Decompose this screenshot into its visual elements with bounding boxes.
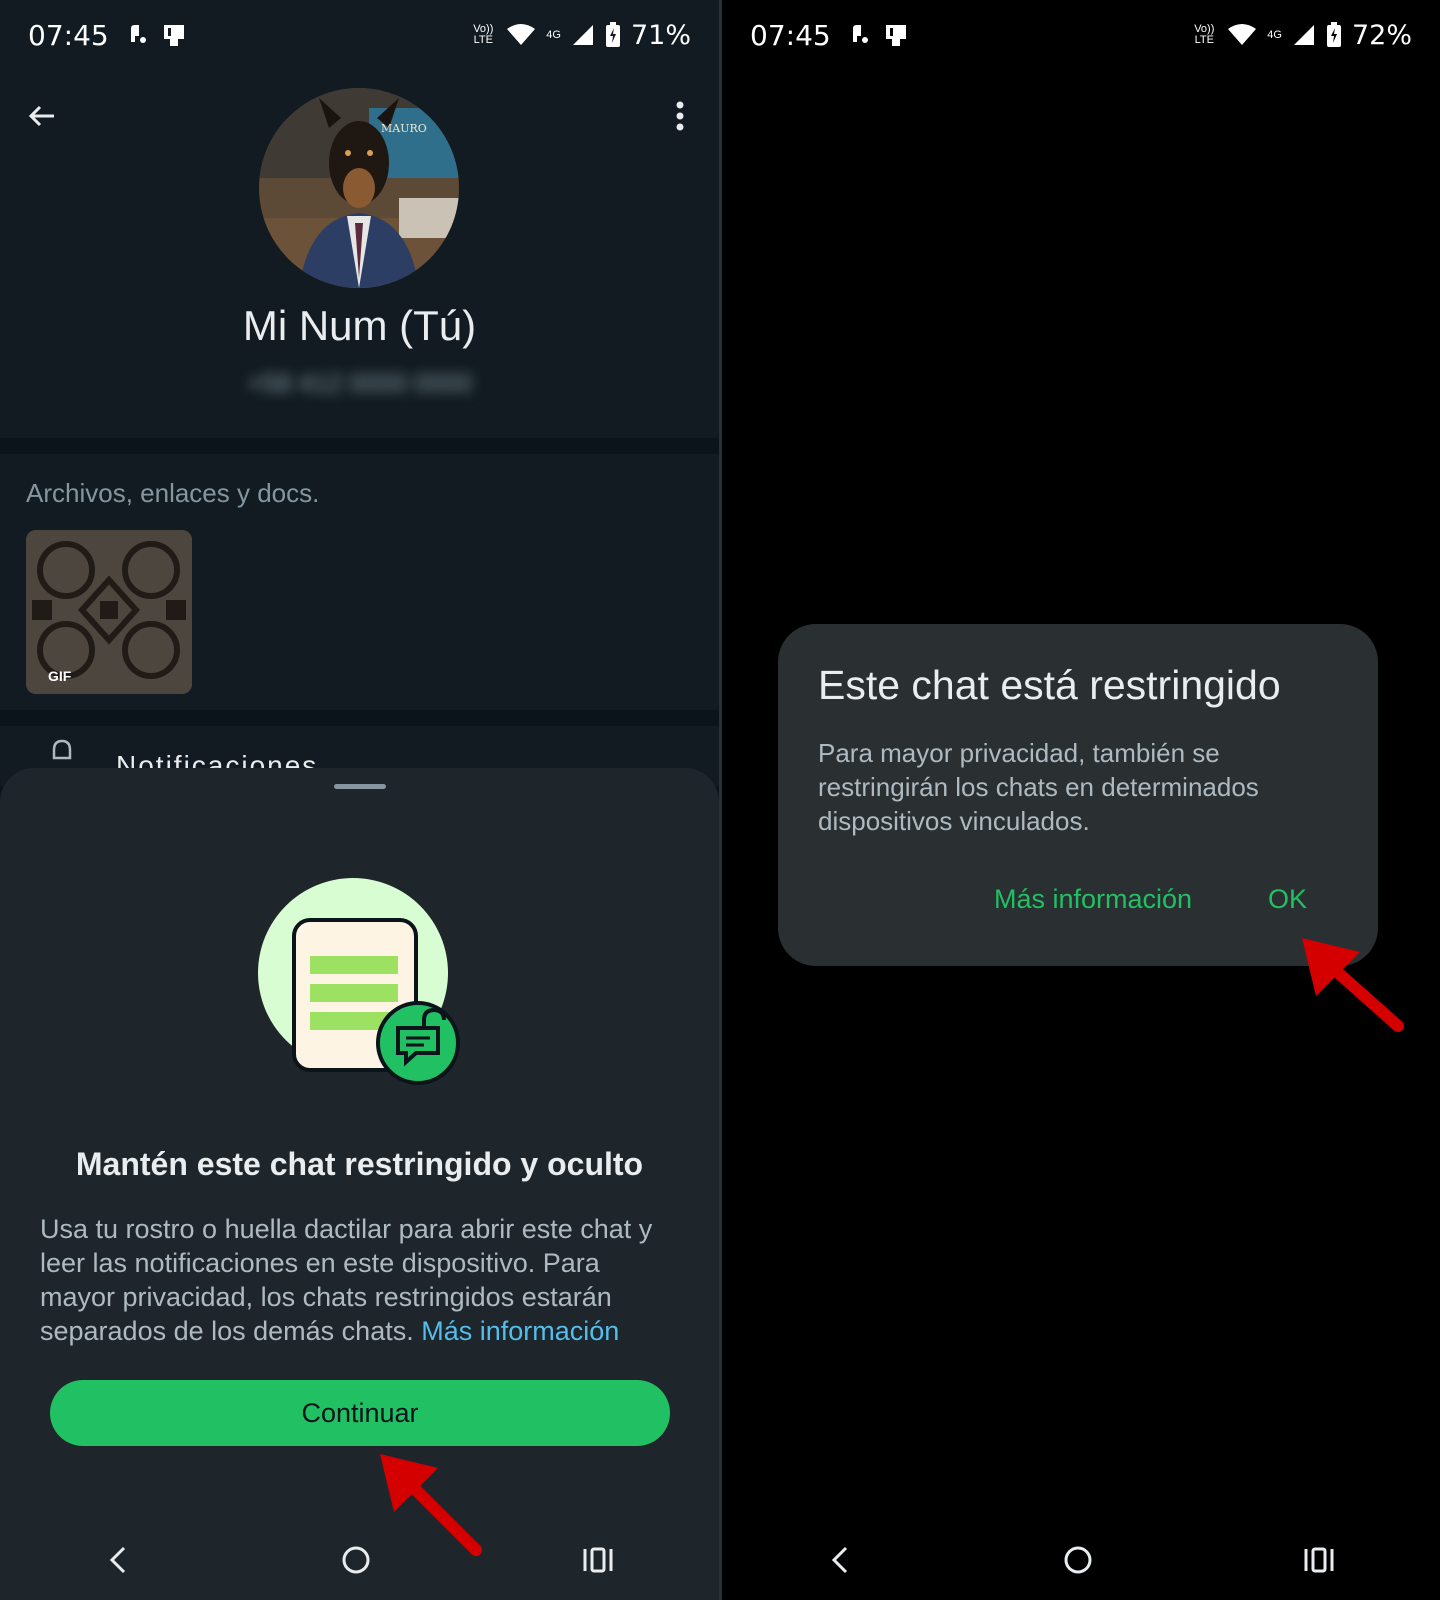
status-system-icons: Vo)) LTE 4G 71%	[470, 20, 691, 51]
nav-back-icon[interactable]	[104, 1544, 132, 1576]
system-nav-bar	[722, 1520, 1440, 1600]
battery-icon	[605, 22, 620, 47]
nav-recents-icon[interactable]	[1302, 1545, 1336, 1575]
volte-indicator: Vo)) LTE	[1194, 23, 1215, 46]
media-section: Archivos, enlaces y docs. GIF	[0, 454, 719, 710]
network-type: 4G	[546, 28, 561, 41]
nav-home-icon[interactable]	[340, 1544, 372, 1576]
sheet-description: Usa tu rostro o huella dactilar para abr…	[40, 1212, 670, 1348]
nav-recents-icon[interactable]	[581, 1545, 615, 1575]
media-thumbnail[interactable]: GIF	[26, 530, 192, 694]
restrict-chat-bottom-sheet: Mantén este chat restringido y oculto Us…	[0, 768, 719, 1520]
status-time: 07:45	[28, 18, 109, 52]
profile-phone-number: +58 412 0000 0000	[247, 368, 472, 398]
status-notification-icons	[127, 22, 187, 48]
continue-button[interactable]: Continuar	[50, 1380, 670, 1446]
notification-icon	[130, 25, 146, 43]
dialog-message: Para mayor privacidad, también se restri…	[818, 738, 1259, 836]
nav-home-icon[interactable]	[1062, 1544, 1094, 1576]
cell-signal-icon	[1293, 25, 1314, 45]
left-screen: 07:45 Vo)) LTE 4G 71% MAURO Mi Num (Tú) …	[0, 0, 719, 1600]
media-section-label: Archivos, enlaces y docs.	[26, 478, 320, 508]
network-type: 4G	[1267, 28, 1282, 41]
battery-percent: 72%	[1351, 19, 1412, 51]
avatar-caption: MAURO	[381, 122, 427, 135]
wifi-icon	[1228, 24, 1257, 45]
status-time: 07:45	[750, 18, 831, 52]
battery-percent: 71%	[630, 19, 691, 51]
profile-avatar[interactable]: MAURO	[259, 88, 459, 288]
system-nav-bar	[0, 1520, 719, 1600]
bell-icon	[52, 739, 72, 760]
status-system-icons: Vo)) LTE 4G 72%	[1191, 20, 1412, 51]
more-info-link[interactable]: Más información	[421, 1316, 619, 1346]
wifi-icon	[507, 24, 536, 45]
ok-button[interactable]: OK	[1268, 884, 1307, 915]
volte-indicator: Vo)) LTE	[473, 23, 494, 46]
status-bar: 07:45 Vo)) LTE 4G 71%	[0, 0, 719, 70]
cell-signal-icon	[572, 25, 593, 45]
sheet-title: Mantén este chat restringido y oculto	[75, 1146, 644, 1182]
avatar-image	[259, 88, 459, 288]
gif-badge: GIF	[48, 668, 72, 684]
back-arrow-icon[interactable]	[26, 100, 58, 132]
right-screen: 07:45 Vo)) LTE 4G 72% Este chat está res…	[722, 0, 1440, 1600]
notification-icon	[852, 25, 868, 43]
status-notification-icons	[849, 22, 909, 48]
restricted-chat-dialog: Este chat está restringido Para mayor pr…	[778, 624, 1378, 966]
nav-back-icon[interactable]	[826, 1544, 854, 1576]
battery-icon	[1326, 22, 1341, 47]
sim-card-icon	[163, 25, 184, 46]
sheet-drag-handle[interactable]	[334, 784, 386, 789]
more-vert-icon[interactable]	[675, 100, 685, 132]
profile-header: MAURO Mi Num (Tú) +58 412 0000 0000	[0, 70, 719, 438]
chat-lock-icon	[258, 878, 460, 1085]
dialog-title: Este chat está restringido	[818, 662, 1281, 708]
status-bar: 07:45 Vo)) LTE 4G 72%	[722, 0, 1440, 70]
more-info-button[interactable]: Más información	[994, 884, 1192, 915]
sim-card-icon	[885, 25, 906, 46]
profile-name: Mi Num (Tú)	[242, 302, 477, 349]
